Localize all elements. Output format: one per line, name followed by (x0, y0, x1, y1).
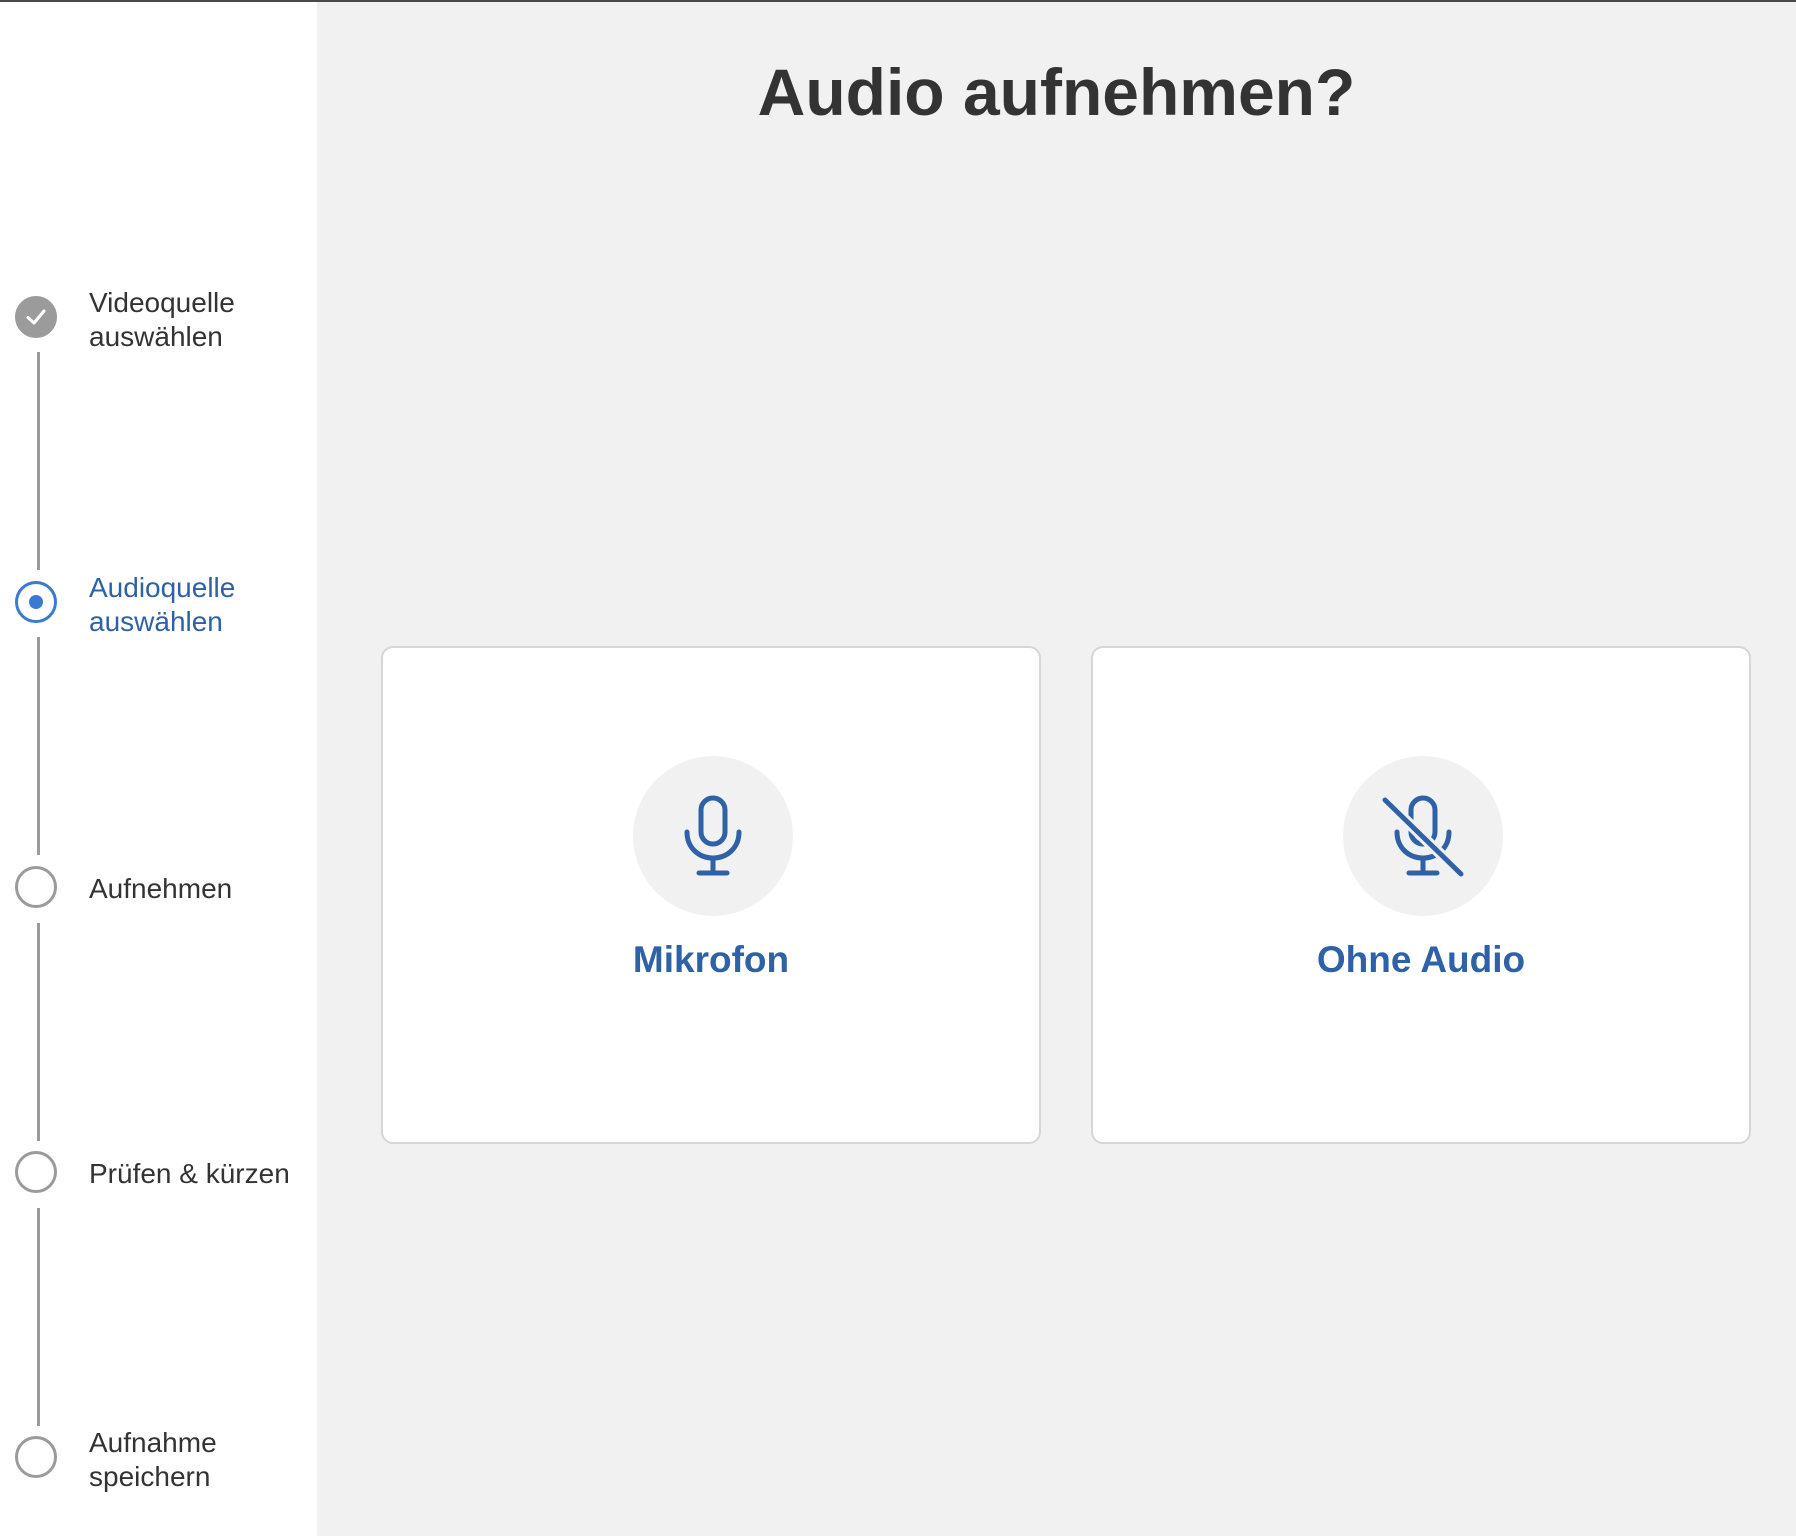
step-label: Audioquelle auswählen (89, 572, 236, 637)
step-connector (37, 1208, 40, 1426)
page-title: Audio aufnehmen? (757, 55, 1356, 129)
checkmark-icon (26, 309, 46, 325)
no-audio-option-card[interactable]: Ohne Audio (1091, 646, 1751, 1144)
step-connector (37, 637, 40, 855)
step-connector (37, 352, 40, 570)
step-label: Videoquelle auswählen (89, 287, 235, 352)
option-label: Ohne Audio (1316, 939, 1526, 980)
microphone-off-icon (1379, 794, 1467, 878)
microphone-icon (684, 795, 742, 876)
step-pending-indicator (15, 866, 57, 908)
step-label: Prüfen & kürzen (89, 1158, 290, 1189)
step-label: Aufnehmen (89, 873, 233, 904)
steps-sidebar: Videoquelle auswählen Audioquelle auswäh… (0, 2, 317, 1536)
microphone-option-card[interactable]: Mikrofon (381, 646, 1041, 1144)
active-dot (29, 595, 43, 609)
step-connector (37, 923, 40, 1141)
step-pending-indicator (15, 1436, 57, 1478)
icon-circle (1343, 756, 1503, 916)
option-label: Mikrofon (632, 939, 790, 980)
icon-circle (633, 756, 793, 916)
step-done-indicator (15, 296, 57, 338)
step-active-indicator (15, 581, 57, 623)
step-pending-indicator (15, 1151, 57, 1193)
step-label: Aufnahme speichern (89, 1427, 217, 1492)
